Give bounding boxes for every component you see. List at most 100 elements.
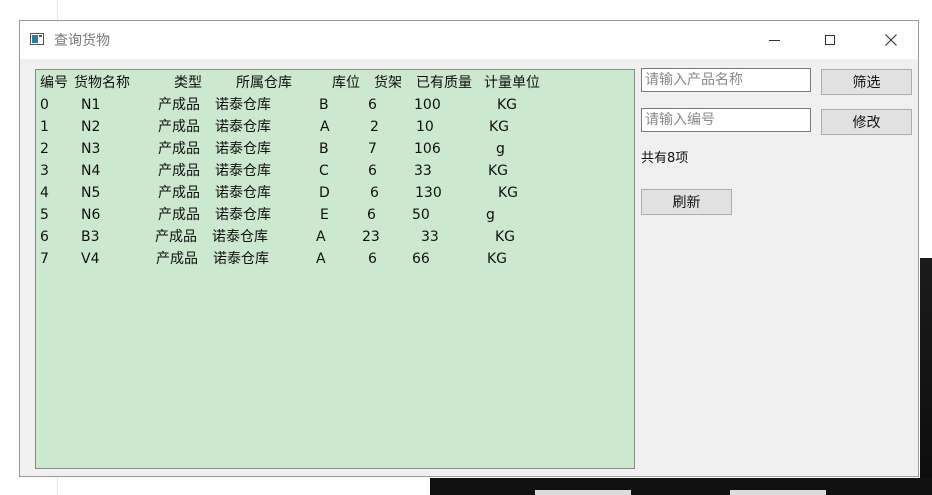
modify-button[interactable]: 修改 [821, 109, 912, 135]
list-item[interactable]: 0 N1 产成品 诺泰仓库 B 6 100 KG [40, 95, 630, 115]
maximize-button[interactable] [807, 21, 853, 59]
header-location: 库位 [332, 75, 360, 91]
minimize-button[interactable] [751, 21, 797, 59]
header-warehouse: 所属仓库 [236, 75, 292, 91]
item-unit: g [486, 207, 495, 223]
desktop-background-bottom [430, 478, 932, 495]
item-name: N4 [81, 163, 101, 179]
header-unit: 计量单位 [484, 75, 540, 91]
item-id: 7 [40, 251, 49, 267]
item-shelf: 6 [370, 185, 379, 201]
item-quantity: 33 [421, 229, 439, 245]
list-item[interactable]: 4 N5 产成品 诺泰仓库 D 6 130 KG [40, 183, 630, 203]
item-shelf: 7 [368, 141, 377, 157]
item-name: N3 [81, 141, 101, 157]
item-location: A [316, 229, 326, 245]
header-shelf: 货架 [374, 75, 402, 91]
item-name: N6 [81, 207, 101, 223]
item-type: 产成品 [158, 185, 200, 201]
item-name: N1 [81, 97, 101, 113]
minimize-icon [768, 39, 780, 41]
item-type: 产成品 [156, 251, 198, 267]
list-item[interactable]: 7 V4 产成品 诺泰仓库 A 6 66 KG [40, 249, 630, 269]
goods-list[interactable]: 编号 货物名称 类型 所属仓库 库位 货架 已有质量 计量单位 0 N1 产成品… [35, 69, 635, 469]
item-unit: KG [489, 119, 510, 135]
item-quantity: 130 [415, 185, 442, 201]
item-location: E [320, 207, 329, 223]
list-item[interactable]: 2 N3 产成品 诺泰仓库 B 7 106 g [40, 139, 630, 159]
item-unit: g [496, 141, 505, 157]
item-name: N2 [81, 119, 101, 135]
item-warehouse: 诺泰仓库 [213, 251, 269, 267]
item-location: B [319, 141, 329, 157]
item-quantity: 10 [416, 119, 434, 135]
item-shelf: 6 [368, 163, 377, 179]
item-id: 4 [40, 185, 49, 201]
item-type: 产成品 [158, 141, 200, 157]
app-window-icon [30, 33, 44, 45]
item-id: 5 [40, 207, 49, 223]
background-strip [535, 490, 631, 495]
item-shelf: 6 [368, 251, 377, 267]
item-quantity: 106 [414, 141, 441, 157]
header-name: 货物名称 [74, 75, 130, 91]
item-id: 6 [40, 229, 49, 245]
query-goods-window: 查询货物 编号 货物名称 类型 所属仓库 库位 货架 已有质量 计量单位 0 N… [19, 20, 919, 477]
item-warehouse: 诺泰仓库 [215, 141, 271, 157]
item-quantity: 66 [412, 251, 430, 267]
list-item[interactable]: 6 B3 产成品 诺泰仓库 A 23 33 KG [40, 227, 630, 247]
close-button[interactable] [868, 21, 914, 59]
item-name: V4 [81, 251, 100, 267]
item-warehouse: 诺泰仓库 [215, 185, 271, 201]
list-item[interactable]: 1 N2 产成品 诺泰仓库 A 2 10 KG [40, 117, 630, 137]
list-item[interactable]: 5 N6 产成品 诺泰仓库 E 6 50 g [40, 205, 630, 225]
background-strip [730, 490, 826, 495]
item-shelf: 6 [368, 97, 377, 113]
item-quantity: 50 [412, 207, 430, 223]
item-location: A [316, 251, 326, 267]
item-id: 3 [40, 163, 49, 179]
item-warehouse: 诺泰仓库 [212, 229, 268, 245]
item-unit: KG [487, 251, 508, 267]
window-title: 查询货物 [54, 33, 110, 49]
item-id: 2 [40, 141, 49, 157]
list-header: 编号 货物名称 类型 所属仓库 库位 货架 已有质量 计量单位 [40, 73, 630, 93]
item-shelf: 2 [370, 119, 379, 135]
item-quantity: 33 [414, 163, 432, 179]
item-location: B [319, 97, 329, 113]
item-shelf: 6 [367, 207, 376, 223]
item-warehouse: 诺泰仓库 [215, 163, 271, 179]
item-type: 产成品 [158, 207, 200, 223]
product-name-input[interactable] [641, 68, 811, 92]
item-count-label: 共有8项 [641, 151, 689, 166]
title-bar[interactable]: 查询货物 [20, 21, 918, 59]
item-warehouse: 诺泰仓库 [215, 119, 271, 135]
item-location: C [319, 163, 329, 179]
item-warehouse: 诺泰仓库 [215, 97, 271, 113]
id-input[interactable] [641, 108, 811, 132]
item-type: 产成品 [155, 229, 197, 245]
item-unit: KG [497, 97, 518, 113]
desktop-background-right [920, 258, 932, 495]
item-warehouse: 诺泰仓库 [215, 207, 271, 223]
item-id: 1 [40, 119, 49, 135]
item-shelf: 23 [362, 229, 380, 245]
maximize-icon [825, 35, 835, 45]
item-name: B3 [81, 229, 100, 245]
list-item[interactable]: 3 N4 产成品 诺泰仓库 C 6 33 KG [40, 161, 630, 181]
item-unit: KG [498, 185, 519, 201]
item-type: 产成品 [158, 163, 200, 179]
filter-button[interactable]: 筛选 [821, 69, 912, 95]
item-quantity: 100 [414, 97, 441, 113]
item-location: A [320, 119, 330, 135]
item-type: 产成品 [158, 97, 200, 113]
item-location: D [319, 185, 330, 201]
item-type: 产成品 [158, 119, 200, 135]
item-unit: KG [495, 229, 516, 245]
close-icon [885, 34, 897, 46]
header-type: 类型 [174, 75, 202, 91]
item-unit: KG [488, 163, 509, 179]
header-id: 编号 [40, 75, 68, 91]
header-quantity: 已有质量 [416, 75, 472, 91]
refresh-button[interactable]: 刷新 [641, 189, 732, 215]
